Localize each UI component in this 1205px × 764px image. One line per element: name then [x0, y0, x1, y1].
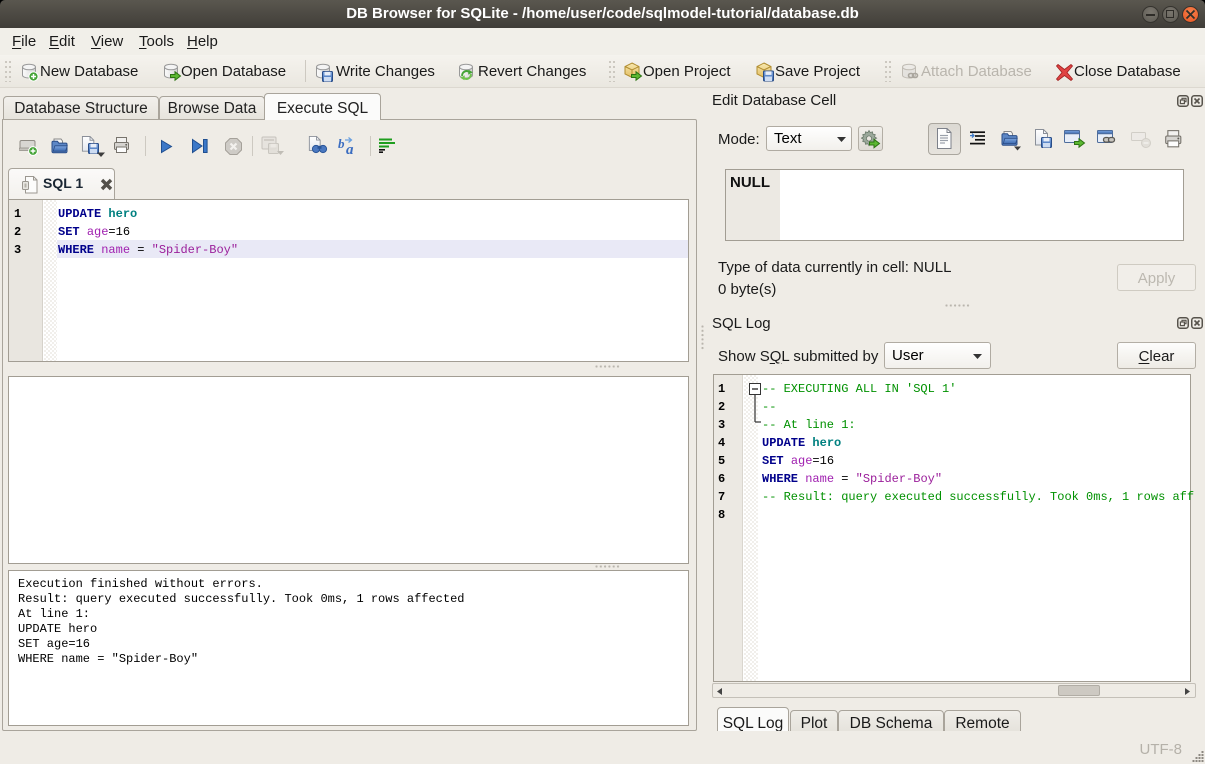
svg-text:b: b [338, 137, 345, 151]
svg-text:a: a [346, 142, 354, 157]
